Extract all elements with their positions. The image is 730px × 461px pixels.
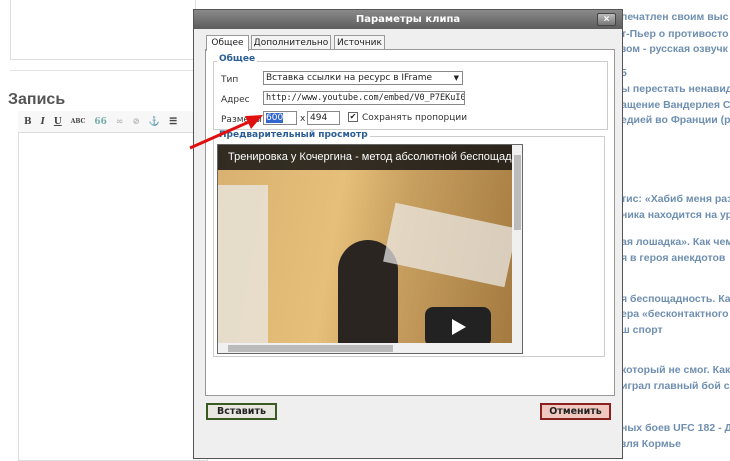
news-line[interactable]: печатлен своим выс [621,9,728,25]
section-title: Запись [8,91,66,108]
type-select[interactable]: Вставка ссылки на ресурс в IFrame ▼ [263,71,463,85]
address-input[interactable]: http://www.youtube.com/embed/V0_P7EKuI0Q [263,91,465,105]
news-line[interactable]: зом - русская озвучк [621,41,728,57]
dialog-title: Параметры клипа [194,10,622,29]
news-line[interactable]: ных боев UFC 182 - Д [621,420,730,436]
tab-source[interactable]: Источник [334,35,385,50]
list-icon[interactable]: ☰ [169,117,177,127]
red-arrow-icon [189,115,263,150]
close-icon[interactable]: × [597,13,616,26]
quote-button[interactable]: 66 [94,117,107,127]
news-line[interactable]: который не смог. Как [621,362,730,378]
news-line[interactable]: ы перестать ненавид [621,81,730,97]
news-line[interactable]: играл главный бой с [621,378,730,394]
strike-button[interactable]: ABC [71,118,86,125]
person-figure [218,185,268,345]
cancel-button[interactable]: Отменить [540,403,611,420]
anchor-button[interactable]: ⚓ [149,117,160,127]
address-label: Адрес [221,95,250,105]
news-line[interactable]: едией во Франции (р [621,112,730,128]
news-line[interactable]: ника находится на ур [621,207,730,223]
news-line[interactable]: т-Пьер о противосто [621,26,729,42]
times-label: x [300,114,306,124]
tab-advanced[interactable]: Дополнительно [251,35,331,50]
underline-button[interactable]: U [54,117,62,127]
editor-area[interactable] [18,111,208,461]
news-line[interactable]: ая лошадка». Как чем [621,234,730,250]
clip-dialog: Параметры клипа × Общее Дополнительно Ис… [193,9,623,459]
news-line[interactable]: я в героя анекдотов [621,250,725,266]
link-icon[interactable]: ∞ [116,117,124,127]
top-box [10,0,196,60]
news-line[interactable]: я беспощадность. Как [621,291,730,307]
height-input[interactable]: 494 [307,111,340,125]
general-legend: Общее [217,54,258,64]
video-preview[interactable]: Тренировка у Кочергина - метод абсолютно… [217,144,523,354]
news-line[interactable]: ш спорт [621,322,663,338]
news-line[interactable]: ащение Вандерлея С [621,97,730,113]
keep-ratio-checkbox[interactable]: ✔ [348,112,358,122]
type-value: Вставка ссылки на ресурс в IFrame [266,73,433,83]
news-line[interactable]: ера «бесконтактного [621,306,729,322]
tab-general[interactable]: Общее [206,35,249,51]
horizontal-scrollbar[interactable] [218,343,522,353]
play-button[interactable] [425,307,491,347]
type-label: Тип [221,75,239,85]
keep-ratio-label: Сохранять пропорции [362,113,468,123]
editor-toolbar: B I U ABC 66 ∞ ⊘ ⚓ ☰ [18,111,208,133]
italic-button[interactable]: I [41,117,45,127]
divider [10,70,196,71]
bold-button[interactable]: B [24,117,32,127]
tab-panel: Общее Тип Вставка ссылки на ресурс в IFr… [205,49,615,396]
vertical-scrollbar[interactable] [512,145,522,343]
dropdown-arrow-icon: ▼ [453,74,459,82]
unlink-icon[interactable]: ⊘ [132,117,140,127]
news-line[interactable]: зля Кормье [621,436,681,452]
news-line[interactable]: тис: «Хабиб меня раз [621,191,730,207]
insert-button[interactable]: Вставить [206,403,277,420]
